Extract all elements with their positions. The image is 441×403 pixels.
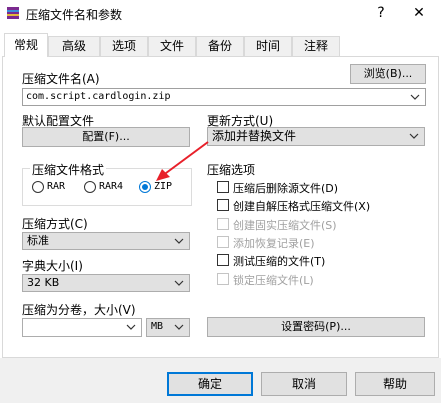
update-mode-select[interactable]: 添加并替换文件 — [207, 127, 425, 146]
format-group-title: 压缩文件格式 — [30, 161, 107, 178]
dictionary-size-label: 字典大小(I) — [22, 259, 83, 273]
format-rar4-radio[interactable] — [84, 181, 96, 193]
format-rar-label[interactable]: RAR — [47, 181, 65, 192]
delete-after-archive-checkbox[interactable] — [217, 181, 229, 193]
tab-files[interactable]: 文件 — [148, 36, 196, 56]
help-title-button[interactable]: ? — [370, 3, 392, 23]
update-mode-value: 添加并替换文件 — [212, 129, 297, 143]
set-password-button[interactable]: 设置密码(P)... — [207, 317, 425, 337]
chevron-down-icon[interactable] — [409, 91, 421, 103]
test-archived-checkbox[interactable] — [217, 254, 229, 266]
cancel-button[interactable]: 取消 — [261, 372, 347, 396]
close-button[interactable]: ✕ — [408, 3, 430, 23]
recovery-record-label: 添加恢复记录(E) — [233, 237, 315, 250]
create-solid-label: 创建固实压缩文件(S) — [233, 219, 337, 232]
split-unit-select[interactable]: MB — [146, 318, 190, 337]
split-size-input[interactable] — [22, 318, 142, 337]
tab-advanced[interactable]: 高级 — [48, 36, 100, 56]
format-rar4-label[interactable]: RAR4 — [99, 181, 123, 192]
split-unit-value: MB — [151, 321, 164, 332]
recovery-record-checkbox — [217, 236, 229, 248]
help-button[interactable]: 帮助 — [355, 372, 435, 396]
annotation-arrow-icon — [156, 141, 209, 181]
create-solid-checkbox — [217, 218, 229, 230]
lock-archive-label: 锁定压缩文件(L) — [233, 274, 314, 287]
ok-button[interactable]: 确定 — [167, 372, 253, 396]
dictionary-size-value: 32 KB — [27, 276, 60, 289]
archive-name-label: 压缩文件名(A) — [22, 72, 100, 86]
chevron-down-icon — [174, 238, 184, 244]
chevron-down-icon — [174, 280, 184, 286]
chevron-down-icon — [409, 133, 419, 139]
tab-backup[interactable]: 备份 — [196, 36, 244, 56]
winrar-app-icon — [7, 7, 19, 19]
tab-general[interactable]: 常规 — [4, 33, 48, 57]
tab-comment[interactable]: 注释 — [292, 36, 340, 56]
window-title: 压缩文件名和参数 — [26, 8, 123, 22]
title-bar: 压缩文件名和参数 ? ✕ — [0, 0, 441, 28]
compression-method-select[interactable]: 标准 — [22, 232, 190, 250]
create-sfx-checkbox[interactable] — [217, 199, 229, 211]
compression-method-value: 标准 — [27, 234, 49, 247]
split-volume-label: 压缩为分卷，大小(V) — [22, 303, 136, 317]
archive-name-value: com.script.cardlogin.zip — [26, 91, 171, 102]
delete-after-archive-label[interactable]: 压缩后删除源文件(D) — [233, 180, 338, 196]
chevron-down-icon — [174, 324, 184, 330]
tab-options[interactable]: 选项 — [100, 36, 148, 56]
compression-method-label: 压缩方式(C) — [22, 217, 88, 231]
create-sfx-label[interactable]: 创建自解压格式压缩文件(X) — [233, 198, 370, 214]
lock-archive-checkbox — [217, 273, 229, 285]
options-group-title: 压缩选项 — [205, 161, 258, 178]
chevron-down-icon[interactable] — [125, 321, 137, 333]
format-rar-radio[interactable] — [32, 181, 44, 193]
dictionary-size-select[interactable]: 32 KB — [22, 274, 190, 292]
test-archived-label[interactable]: 测试压缩的文件(T) — [233, 253, 325, 269]
tab-time[interactable]: 时间 — [244, 36, 292, 56]
archive-name-input[interactable]: com.script.cardlogin.zip — [22, 88, 426, 106]
browse-button[interactable]: 浏览(B)... — [350, 64, 426, 84]
